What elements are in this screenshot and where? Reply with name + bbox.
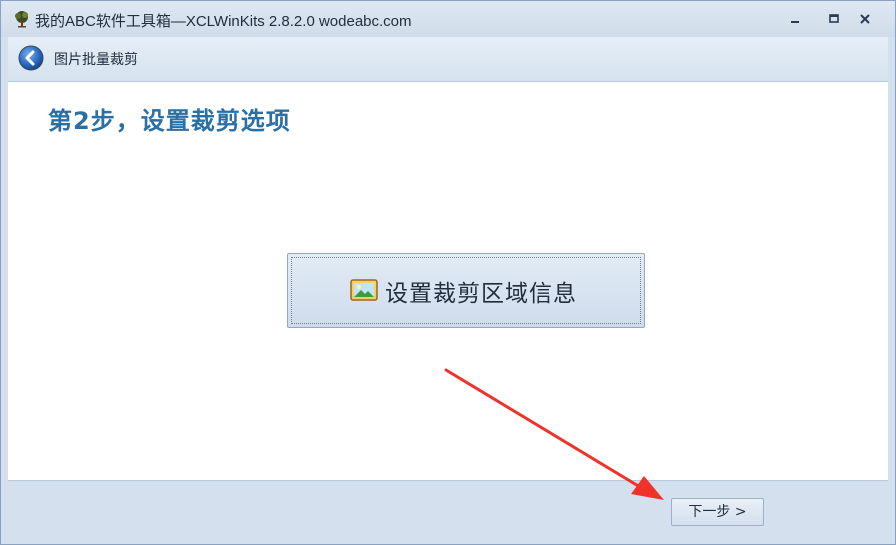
main-content: 第2步，设置裁剪选项 设置裁剪区域信息 — [8, 82, 888, 480]
navigation-bar: 图片批量裁剪 — [8, 37, 888, 82]
set-crop-area-button[interactable]: 设置裁剪区域信息 — [287, 253, 645, 328]
step-suffix: 步，设置裁剪选项 — [90, 106, 291, 135]
picture-icon — [350, 279, 378, 301]
step-number: 2 — [73, 107, 91, 135]
title-bar: 我的ABC软件工具箱—XCLWinKits 2.8.2.0 wodeabc.co… — [1, 1, 895, 37]
step-heading: 第2步，设置裁剪选项 — [48, 101, 291, 136]
page-title: 图片批量裁剪 — [54, 52, 138, 68]
footer-bar: 下一步 > — [8, 480, 888, 538]
app-window: 我的ABC软件工具箱—XCLWinKits 2.8.2.0 wodeabc.co… — [0, 0, 896, 545]
tree-logo-icon — [15, 11, 28, 28]
window-title: 我的ABC软件工具箱—XCLWinKits 2.8.2.0 wodeabc.co… — [35, 13, 412, 30]
step-prefix: 第 — [48, 106, 73, 135]
maximize-button[interactable] — [826, 11, 842, 27]
set-crop-area-label: 设置裁剪区域信息 — [385, 281, 577, 307]
close-button[interactable] — [857, 11, 873, 27]
back-arrow-icon[interactable] — [18, 45, 44, 71]
minimize-button[interactable] — [787, 11, 803, 27]
next-step-button[interactable]: 下一步 > — [671, 498, 764, 526]
